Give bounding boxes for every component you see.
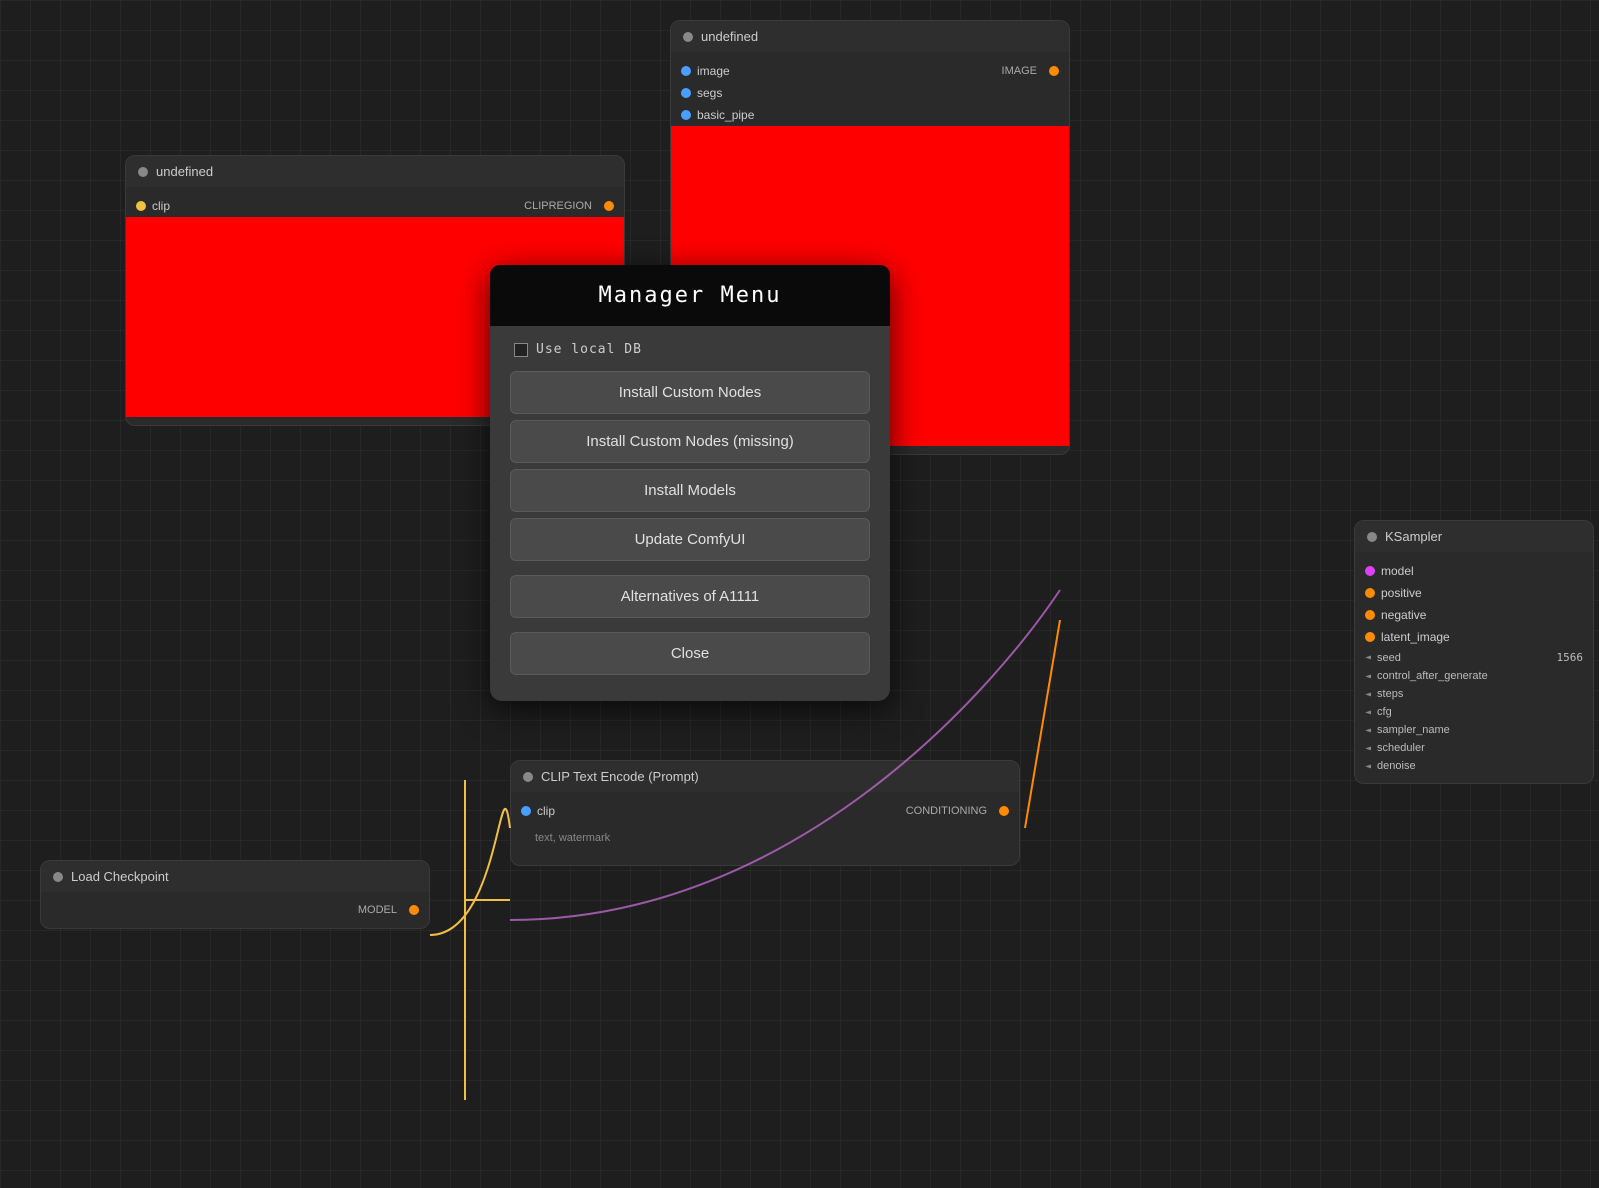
arrow-scheduler: ◄ (1365, 743, 1371, 754)
param-control: ◄ control_after_generate (1355, 667, 1593, 685)
port-label-negative: negative (1381, 608, 1426, 622)
ksampler-label-sampler: sampler_name (1377, 724, 1450, 736)
ksampler-label-scheduler: scheduler (1377, 742, 1425, 754)
port-row-basic-pipe: basic_pipe (671, 104, 1069, 126)
node-status-dot-right (683, 32, 693, 42)
node-header-load-checkpoint: Load Checkpoint (41, 861, 429, 892)
ksampler-label-control: control_after_generate (1377, 670, 1488, 682)
param-steps: ◄ steps (1355, 685, 1593, 703)
node-title-undefined-right: undefined (701, 29, 758, 44)
port-dot-clip (136, 201, 146, 211)
arrow-cfg: ◄ (1365, 707, 1371, 718)
port-label-conditioning-out: CONDITIONING (906, 805, 987, 817)
port-label-clip-in: clip (537, 804, 555, 818)
node-body-clip: clip CONDITIONING text, watermark (511, 792, 1019, 865)
modal-title-bar: Manager Menu (490, 265, 890, 326)
port-row-segs: segs (671, 82, 1069, 104)
arrow-seed: ◄ (1365, 652, 1371, 663)
manager-menu-modal: Manager Menu Use local DB Install Custom… (490, 265, 890, 701)
node-status-dot (138, 167, 148, 177)
port-row-model-out: MODEL (41, 900, 429, 920)
port-label-positive: positive (1381, 586, 1422, 600)
port-dot-conditioning-out (999, 806, 1009, 816)
port-dot-clipregion (604, 201, 614, 211)
checkbox-row-local-db[interactable]: Use local DB (510, 342, 870, 357)
port-dot-negative (1365, 610, 1375, 620)
port-row-clip: clip CLIPREGION (126, 195, 624, 217)
button-close[interactable]: Close (510, 632, 870, 675)
ksampler-label-seed: seed (1377, 652, 1401, 664)
node-title-clip: CLIP Text Encode (Prompt) (541, 769, 699, 784)
port-dot-segs (681, 88, 691, 98)
button-update-comfyui[interactable]: Update ComfyUI (510, 518, 870, 561)
ksampler-label-steps: steps (1377, 688, 1403, 700)
node-body-checkpoint: MODEL (41, 892, 429, 928)
ksampler-value-seed: 1566 (1557, 651, 1584, 664)
ksampler-label-cfg: cfg (1377, 706, 1392, 718)
node-body-ksampler: model positive negative latent_image ◄ s… (1355, 552, 1593, 783)
port-dot-basic-pipe (681, 110, 691, 120)
ksampler-label-denoise: denoise (1377, 760, 1416, 772)
button-install-custom-nodes[interactable]: Install Custom Nodes (510, 371, 870, 414)
node-header-clip: CLIP Text Encode (Prompt) (511, 761, 1019, 792)
button-alternatives-a1111[interactable]: Alternatives of A1111 (510, 575, 870, 618)
node-ksampler: KSampler model positive negative latent_… (1354, 520, 1594, 784)
port-label-latent: latent_image (1381, 630, 1450, 644)
modal-body: Use local DB Install Custom Nodes Instal… (490, 342, 890, 681)
port-dot-image-out (1049, 66, 1059, 76)
port-label-model-out: MODEL (358, 904, 397, 916)
port-label-image: image (697, 64, 730, 78)
port-dot-positive (1365, 588, 1375, 598)
port-dot-model-out (409, 905, 419, 915)
button-install-custom-nodes-missing[interactable]: Install Custom Nodes (missing) (510, 420, 870, 463)
checkbox-label-local-db: Use local DB (536, 342, 642, 357)
port-dot-image (681, 66, 691, 76)
port-row-positive: positive (1355, 582, 1593, 604)
port-label-segs: segs (697, 86, 722, 100)
node-status-dot-checkpoint (53, 872, 63, 882)
param-scheduler: ◄ scheduler (1355, 739, 1593, 757)
modal-title: Manager Menu (599, 283, 782, 308)
node-title-undefined-left: undefined (156, 164, 213, 179)
port-row-negative: negative (1355, 604, 1593, 626)
port-label-model: model (1381, 564, 1414, 578)
port-dot-model (1365, 566, 1375, 576)
node-status-dot-ksampler (1367, 532, 1377, 542)
arrow-sampler: ◄ (1365, 725, 1371, 736)
port-label-clip: clip (152, 199, 170, 213)
clip-text-content: text, watermark (523, 828, 622, 848)
button-install-models[interactable]: Install Models (510, 469, 870, 512)
node-header-undefined-right: undefined (671, 21, 1069, 52)
port-row-clip-in: clip CONDITIONING (511, 800, 1019, 822)
node-header-ksampler: KSampler (1355, 521, 1593, 552)
node-load-checkpoint: Load Checkpoint MODEL (40, 860, 430, 929)
node-status-dot-clip (523, 772, 533, 782)
port-dot-latent (1365, 632, 1375, 642)
arrow-steps: ◄ (1365, 689, 1371, 700)
port-row-latent: latent_image (1355, 626, 1593, 648)
port-row-image: image IMAGE (671, 60, 1069, 82)
param-cfg: ◄ cfg (1355, 703, 1593, 721)
port-label-image-out: IMAGE (1002, 65, 1037, 77)
arrow-denoise: ◄ (1365, 761, 1371, 772)
port-label-clipregion: CLIPREGION (524, 200, 592, 212)
arrow-control: ◄ (1365, 671, 1371, 682)
port-row-model: model (1355, 560, 1593, 582)
node-clip-text-encode: CLIP Text Encode (Prompt) clip CONDITION… (510, 760, 1020, 866)
checkbox-local-db[interactable] (514, 343, 528, 357)
node-header-undefined-left: undefined (126, 156, 624, 187)
node-title-checkpoint: Load Checkpoint (71, 869, 169, 884)
node-title-ksampler: KSampler (1385, 529, 1442, 544)
port-dot-clip-in (521, 806, 531, 816)
port-label-basic-pipe: basic_pipe (697, 108, 754, 122)
param-sampler: ◄ sampler_name (1355, 721, 1593, 739)
param-denoise: ◄ denoise (1355, 757, 1593, 775)
param-seed: ◄ seed 1566 (1355, 648, 1593, 667)
